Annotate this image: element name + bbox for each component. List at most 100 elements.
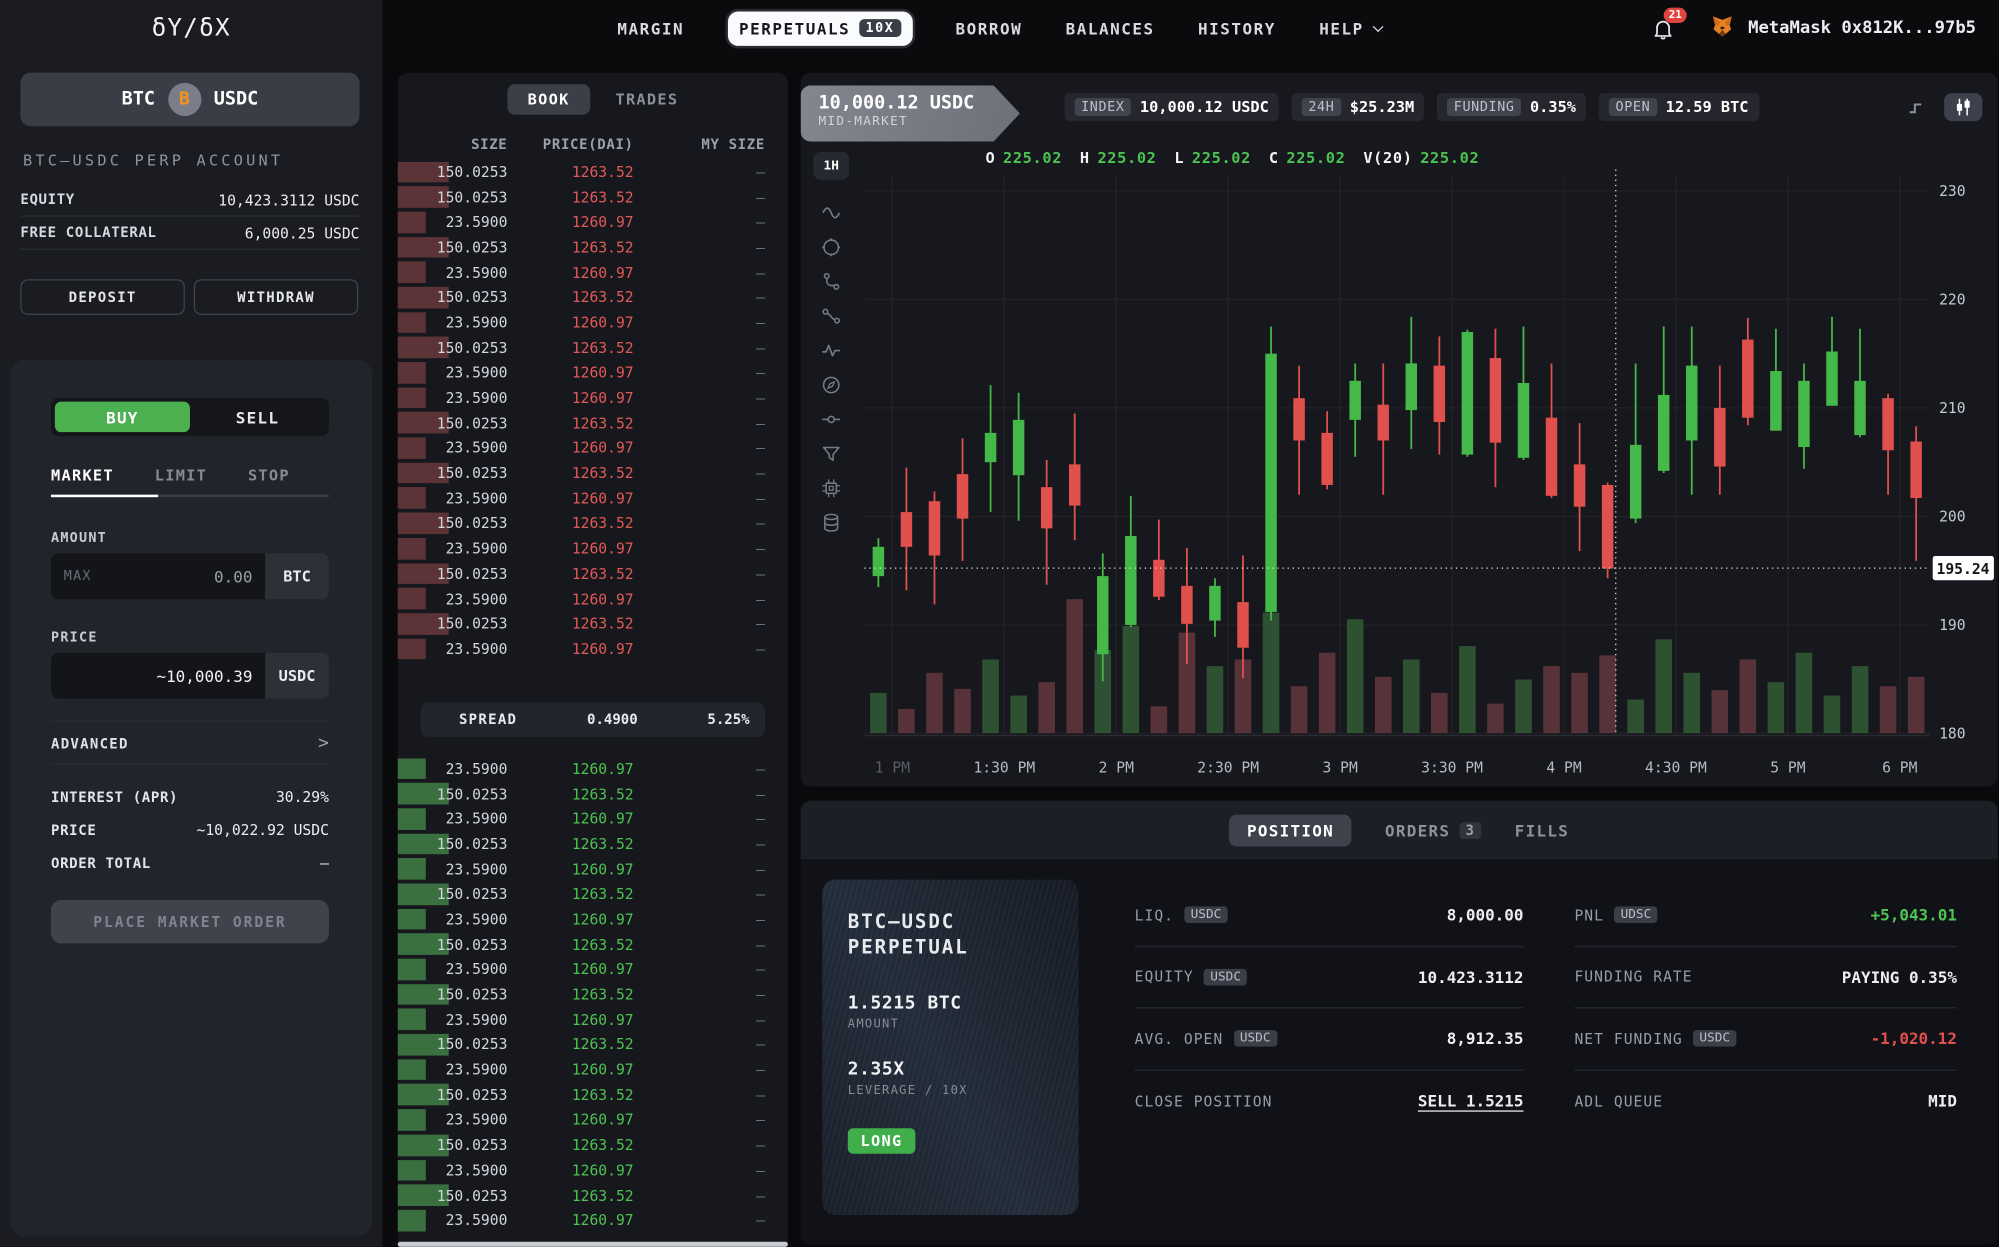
max-button[interactable]: MAX [64, 569, 92, 584]
wallet-button[interactable]: MetaMask 0x812K...97b5 [1709, 14, 1976, 42]
market-pair-selector[interactable]: BTC B USDC [20, 73, 359, 127]
amount-unit: BTC [265, 553, 329, 599]
orderbook-ask-row[interactable]: 23.59001260.97— [398, 210, 788, 235]
orderbook-bid-row[interactable]: 150.02531263.52— [398, 1032, 788, 1057]
positions-tab-position[interactable]: POSITION [1229, 814, 1352, 846]
advanced-toggle[interactable]: ADVANCED > [51, 733, 329, 753]
position-leverage: 2.35X [848, 1059, 1053, 1079]
orderbook-bid-row[interactable]: 150.02531263.52— [398, 881, 788, 906]
candlestick-chart[interactable]: 230220210200190180195.241 PM1:30 PM2 PM2… [801, 73, 1998, 787]
position-card: BTC–USDC PERPETUAL 1.5215 BTC AMOUNT 2.3… [822, 880, 1078, 1215]
volume-bars [870, 599, 1924, 733]
orderbook-ask-row[interactable]: 23.59001260.97— [398, 310, 788, 335]
withdraw-button[interactable]: WITHDRAW [194, 279, 358, 315]
nav-item-balances[interactable]: BALANCES [1066, 18, 1155, 37]
orderbook-ask-row[interactable]: 23.59001260.97— [398, 385, 788, 410]
spread-value: 0.4900 [517, 711, 707, 728]
trades-tab[interactable]: TRADES [615, 91, 678, 109]
orderbook-ask-row[interactable]: 150.02531263.52— [398, 410, 788, 435]
orderbook-ask-row[interactable]: 150.02531263.52— [398, 611, 788, 636]
orderbook-ask-row[interactable]: 150.02531263.52— [398, 285, 788, 310]
orderbook-bid-row[interactable]: 23.59001260.97— [398, 756, 788, 781]
orderbook-bid-row[interactable]: 150.02531263.52— [398, 982, 788, 1007]
orderbook-bid-row[interactable]: 150.02531263.52— [398, 1132, 788, 1157]
orderbook-bid-row[interactable]: 23.59001260.97— [398, 1158, 788, 1183]
orderbook-ask-row[interactable]: 150.02531263.52— [398, 235, 788, 260]
nav-item-help[interactable]: HELP [1319, 18, 1381, 37]
order-type-tab-market[interactable]: MARKET [51, 467, 114, 485]
account-row-equity: EQUITY10,423.3112 USDC [20, 184, 359, 217]
svg-text:5 PM: 5 PM [1770, 760, 1805, 777]
orderbook-bid-row[interactable]: 150.02531263.52— [398, 932, 788, 957]
position-stats-col2: PNLUDSC+5,043.01FUNDING RATEPAYING 0.35%… [1574, 885, 1956, 1132]
orderbook-scrollbar[interactable] [398, 1242, 788, 1247]
orderbook-bid-row[interactable]: 150.02531263.52— [398, 781, 788, 806]
orderbook-ask-row[interactable]: 150.02531263.52— [398, 335, 788, 360]
order-type-underline [51, 495, 329, 498]
orderbook-bid-row[interactable]: 150.02531263.52— [398, 1183, 788, 1208]
orderbook-bid-row[interactable]: 150.02531263.52— [398, 831, 788, 856]
price-input[interactable]: ~10,000.39 USDC [51, 653, 329, 699]
position-market-line2: PERPETUAL [848, 935, 1053, 960]
orderbook-bid-row[interactable]: 23.59001260.97— [398, 1057, 788, 1082]
svg-text:180: 180 [1939, 726, 1965, 743]
orderbook-ask-row[interactable]: 23.59001260.97— [398, 586, 788, 611]
svg-text:1 PM: 1 PM [875, 760, 910, 777]
positions-tab-orders[interactable]: ORDERS3 [1385, 820, 1482, 839]
orderbook-bid-row[interactable]: 23.59001260.97— [398, 1107, 788, 1132]
svg-text:230: 230 [1939, 183, 1965, 200]
positions-tab-fills[interactable]: FILLS [1515, 820, 1569, 839]
sell-tab[interactable]: SELL [190, 402, 325, 433]
svg-text:3:30 PM: 3:30 PM [1421, 760, 1483, 777]
order-type-tab-limit[interactable]: LIMIT [155, 467, 207, 485]
order-summary: INTEREST (APR)30.29%PRICE~10,022.92 USDC… [51, 780, 329, 879]
order-type-tabs: MARKET LIMIT STOP [51, 467, 329, 485]
price-value[interactable]: ~10,000.39 [64, 666, 253, 685]
divider [51, 720, 329, 721]
amount-value[interactable]: 0.00 [92, 567, 253, 586]
orderbook-ask-row[interactable]: 150.02531263.52— [398, 561, 788, 586]
orderbook-bid-row[interactable]: 23.59001260.97— [398, 1007, 788, 1032]
deposit-button[interactable]: DEPOSIT [20, 279, 184, 315]
amount-input[interactable]: MAX 0.00 BTC [51, 553, 329, 599]
dydx-logo[interactable]: δY/δX [0, 0, 382, 56]
notifications-button[interactable]: 21 [1651, 16, 1675, 40]
position-stat-pnl: PNLUDSC+5,043.01 [1574, 885, 1956, 947]
metamask-fox-icon [1709, 14, 1737, 42]
price-column-header: PRICE(DAI) [507, 136, 633, 153]
orderbook-ask-row[interactable]: 23.59001260.97— [398, 536, 788, 561]
orderbook-ask-row[interactable]: 23.59001260.97— [398, 486, 788, 511]
position-stat-close-position: CLOSE POSITIONSELL 1.5215 [1135, 1070, 1524, 1132]
orderbook-bid-row[interactable]: 23.59001260.97— [398, 856, 788, 881]
orderbook-ask-row[interactable]: 23.59001260.97— [398, 360, 788, 385]
nav-item-borrow[interactable]: BORROW [956, 18, 1023, 37]
orderbook-ask-row[interactable]: 23.59001260.97— [398, 260, 788, 285]
orderbook-ask-row[interactable]: 150.02531263.52— [398, 159, 788, 184]
positions-panel: POSITION ORDERS3 FILLS BTC–USDC PERPETUAL … [801, 801, 1998, 1245]
orderbook-bid-row[interactable]: 23.59001260.97— [398, 1208, 788, 1233]
ohlc-legend: O225.02H225.02L225.02C225.02V(20)225.02 [985, 149, 1479, 167]
orderbook-ask-row[interactable]: 150.02531263.52— [398, 184, 788, 209]
book-tab[interactable]: BOOK [507, 84, 590, 115]
position-stat-adl-queue: ADL QUEUEMID [1574, 1070, 1956, 1132]
orderbook-ask-row[interactable]: 23.59001260.97— [398, 435, 788, 460]
nav-item-margin[interactable]: MARGIN [617, 18, 684, 37]
buy-tab[interactable]: BUY [55, 402, 190, 433]
orderbook-panel: BOOK TRADES SIZE PRICE(DAI) MY SIZE 150.… [398, 73, 788, 1247]
orderbook-ask-row[interactable]: 150.02531263.52— [398, 511, 788, 536]
orderbook-ask-row[interactable]: 23.59001260.97— [398, 636, 788, 661]
size-column-header: SIZE [398, 136, 508, 153]
orderbook-header: SIZE PRICE(DAI) MY SIZE [398, 136, 788, 153]
nav-item-perpetuals[interactable]: PERPETUALS10X [728, 11, 913, 45]
orderbook-bid-row[interactable]: 23.59001260.97— [398, 907, 788, 932]
time-axis: 1 PM1:30 PM2 PM2:30 PM3 PM3:30 PM4 PM4:3… [875, 760, 1918, 777]
orderbook-bid-row[interactable]: 150.02531263.52— [398, 1082, 788, 1107]
position-stat-net-funding: NET FUNDINGUSDC-1,020.12 [1574, 1008, 1956, 1070]
orderbook-bid-row[interactable]: 23.59001260.97— [398, 806, 788, 831]
nav-item-history[interactable]: HISTORY [1198, 18, 1276, 37]
order-type-tab-stop[interactable]: STOP [248, 467, 290, 485]
place-order-button[interactable]: PLACE MARKET ORDER [51, 900, 329, 943]
orderbook-ask-row[interactable]: 150.02531263.52— [398, 461, 788, 486]
orderbook-bid-row[interactable]: 23.59001260.97— [398, 957, 788, 982]
unit-badge: USDC [1233, 1030, 1276, 1047]
